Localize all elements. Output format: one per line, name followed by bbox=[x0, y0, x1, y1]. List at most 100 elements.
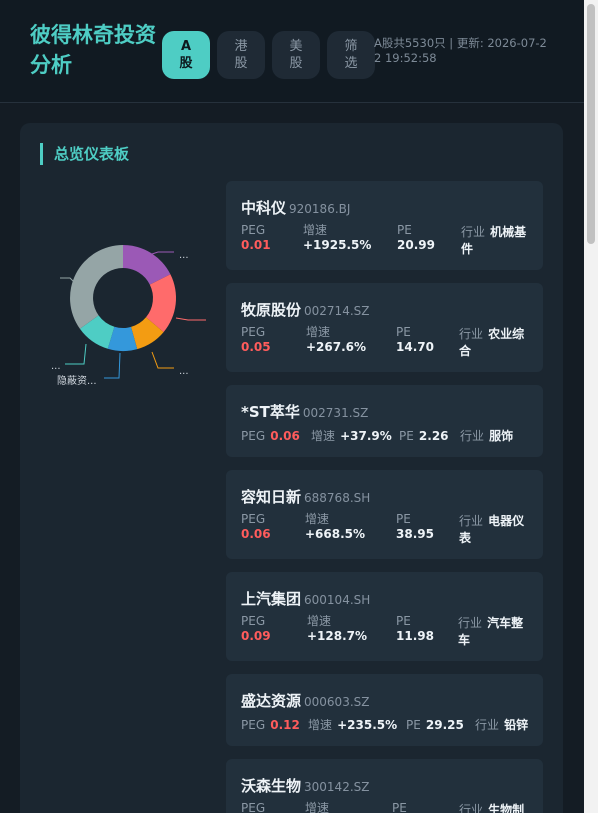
industry-metric: 行业 电器仪表 bbox=[459, 512, 531, 546]
donut-label: ... bbox=[51, 361, 61, 372]
pe-value: 14.70 bbox=[396, 340, 434, 354]
tab-us-shares[interactable]: 美股 bbox=[272, 31, 320, 79]
stock-card[interactable]: 沃森生物 300142.SZ PEG 增速 PE 行业 生物制 bbox=[226, 759, 543, 813]
stock-name: 牧原股份 bbox=[241, 301, 302, 319]
peg-metric: PEG 0.12 bbox=[241, 716, 300, 733]
industry-metric: 行业 生物制 bbox=[459, 801, 531, 813]
stock-name: 沃森生物 bbox=[241, 777, 302, 795]
peg-metric: PEG 0.05 bbox=[241, 325, 271, 355]
leader-line-blue bbox=[104, 352, 121, 379]
growth-label: 增速 bbox=[303, 223, 328, 237]
growth-label: 增速 bbox=[305, 512, 330, 526]
peg-label: PEG bbox=[241, 512, 266, 526]
peg-metric: PEG 0.06 bbox=[241, 512, 271, 542]
stock-name: 中科仪 bbox=[241, 199, 287, 217]
leader-line-red bbox=[175, 317, 206, 321]
stock-code: 688768.SH bbox=[304, 491, 371, 505]
pe-value: 38.95 bbox=[396, 527, 434, 541]
stock-code: 002714.SZ bbox=[304, 304, 370, 318]
growth-label: 增速 bbox=[307, 614, 332, 628]
update-status: A股共5530只 | 更新: 2026-07-22 19:52:58 bbox=[374, 36, 547, 65]
industry-label: 行业 bbox=[461, 225, 486, 239]
industry-label: 行业 bbox=[459, 514, 484, 528]
growth-metric: 增速 bbox=[305, 801, 329, 813]
pe-value: 20.99 bbox=[397, 238, 435, 252]
donut-label: ... bbox=[179, 250, 189, 261]
industry-metric: 行业 机械基件 bbox=[461, 223, 533, 257]
pe-metric: PE bbox=[392, 801, 407, 813]
pe-label: PE bbox=[396, 325, 411, 339]
growth-value: +128.7% bbox=[307, 629, 368, 643]
pe-metric: PE 38.95 bbox=[396, 512, 434, 542]
growth-label: 增速 bbox=[306, 325, 331, 339]
growth-value: +267.6% bbox=[306, 340, 367, 354]
pe-label: PE bbox=[399, 429, 414, 443]
growth-value: +1925.5% bbox=[303, 238, 372, 252]
pe-label: PE bbox=[396, 512, 411, 526]
peg-value: 0.01 bbox=[241, 238, 271, 252]
stock-card[interactable]: 牧原股份 002714.SZ PEG 0.05 增速 +267.6% PE 14.70 … bbox=[226, 283, 543, 372]
peg-value: 0.12 bbox=[270, 718, 300, 732]
stock-code: 920186.BJ bbox=[289, 202, 351, 216]
donut-segment-gray[interactable] bbox=[70, 245, 123, 329]
peg-value: 0.06 bbox=[241, 527, 271, 541]
growth-value: +37.9% bbox=[340, 429, 392, 443]
peg-value: 0.09 bbox=[241, 629, 271, 643]
peg-label: PEG bbox=[241, 614, 266, 628]
peg-metric: PEG 0.06 bbox=[241, 427, 300, 444]
peg-label: PEG bbox=[241, 429, 266, 443]
pe-label: PE bbox=[396, 614, 411, 628]
industry-label: 行业 bbox=[459, 803, 484, 813]
industry-value: 服饰 bbox=[489, 429, 514, 443]
industry-value: 生物制 bbox=[488, 803, 525, 813]
growth-label: 增速 bbox=[308, 718, 333, 732]
industry-value: 铅锌 bbox=[504, 718, 529, 732]
leader-line-teal bbox=[65, 343, 87, 365]
stock-name: 上汽集团 bbox=[241, 590, 302, 608]
peg-metric: PEG bbox=[241, 801, 265, 813]
stock-card[interactable]: *ST萃华 002731.SZ PEG 0.06 增速 +37.9% PE 2.2… bbox=[226, 385, 543, 457]
industry-donut-chart: ... ... ... 隐蔽资... bbox=[51, 245, 206, 387]
tab-hk-shares[interactable]: 港股 bbox=[217, 31, 265, 79]
pe-label: PE bbox=[392, 801, 407, 813]
industry-label: 行业 bbox=[475, 718, 500, 732]
peg-label: PEG bbox=[241, 223, 266, 237]
stock-card[interactable]: 盛达资源 000603.SZ PEG 0.12 增速 +235.5% PE 29.… bbox=[226, 674, 543, 746]
growth-metric: 增速 +128.7% bbox=[307, 614, 367, 644]
stock-card[interactable]: 中科仪 920186.BJ PEG 0.01 增速 +1925.5% PE 20.99 … bbox=[226, 181, 543, 270]
stock-code: 000603.SZ bbox=[304, 695, 370, 709]
leader-line-purple bbox=[151, 251, 174, 255]
stock-name: *ST萃华 bbox=[241, 403, 300, 421]
stock-card[interactable]: 上汽集团 600104.SH PEG 0.09 增速 +128.7% PE 11.98 … bbox=[226, 572, 543, 661]
industry-label: 行业 bbox=[459, 327, 484, 341]
growth-metric: 增速 +1925.5% bbox=[303, 223, 371, 253]
panel-title: 总览仪表板 bbox=[40, 143, 129, 165]
industry-label: 行业 bbox=[460, 429, 485, 443]
pe-metric: PE 29.25 bbox=[406, 716, 464, 733]
stock-code: 002731.SZ bbox=[302, 406, 369, 420]
industry-metric: 行业 汽车整车 bbox=[458, 614, 530, 648]
pe-value: 2.26 bbox=[418, 429, 449, 443]
stock-card[interactable]: 容知日新 688768.SH PEG 0.06 增速 +668.5% PE 38.95 … bbox=[226, 470, 543, 559]
stock-code: 300142.SZ bbox=[304, 780, 370, 794]
leader-line-orange bbox=[151, 351, 174, 369]
pe-value: 29.25 bbox=[425, 718, 464, 732]
stock-name: 容知日新 bbox=[241, 488, 302, 506]
growth-metric: 增速 +37.9% bbox=[311, 427, 392, 444]
tab-a-shares[interactable]: A股 bbox=[162, 31, 210, 79]
industry-metric: 行业 铅锌 bbox=[475, 716, 547, 733]
pe-label: PE bbox=[397, 223, 412, 237]
stock-code: 600104.SH bbox=[304, 593, 371, 607]
peg-label: PEG bbox=[241, 325, 266, 339]
scrollbar-thumb[interactable] bbox=[587, 4, 595, 244]
growth-label: 增速 bbox=[311, 429, 336, 443]
pe-value: 11.98 bbox=[396, 629, 434, 643]
tab-filter[interactable]: 筛选 bbox=[327, 31, 375, 79]
industry-metric: 行业 农业综合 bbox=[459, 325, 531, 359]
growth-value: +235.5% bbox=[337, 718, 398, 732]
app-title: 彼得林奇投资分析 bbox=[30, 23, 156, 77]
donut-label: ... bbox=[179, 366, 189, 377]
growth-label: 增速 bbox=[305, 801, 330, 813]
pe-metric: PE 20.99 bbox=[397, 223, 435, 253]
pe-metric: PE 14.70 bbox=[396, 325, 434, 355]
